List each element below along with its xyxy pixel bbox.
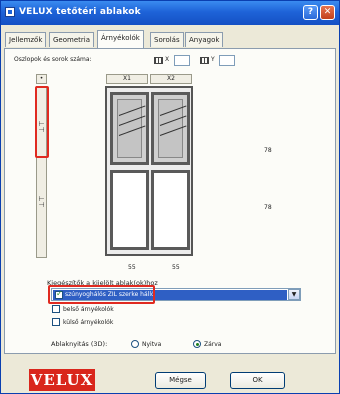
close-button[interactable]: ✕ (320, 5, 335, 20)
shade-line (159, 115, 187, 126)
tab-jellemzok[interactable]: Jellemzők (5, 32, 47, 47)
shade-line (159, 125, 187, 136)
app-icon (5, 7, 15, 17)
tab-anyagok[interactable]: Anyagok (185, 32, 224, 47)
shade-line (159, 105, 187, 116)
outer-shades-checkbox[interactable] (52, 318, 60, 326)
row-2-height: 78 (264, 204, 272, 211)
tab-arnyekolok[interactable]: Árnyékolók (97, 30, 144, 48)
grid-count-label: Oszlopok és sorok száma: (14, 56, 92, 63)
ok-button[interactable]: OK (230, 372, 285, 389)
tab-sorolas[interactable]: Sorolás (150, 32, 184, 47)
window-pane-x2-y2[interactable] (151, 170, 190, 250)
title-bar[interactable]: VELUX tetőtéri ablakok ? ✕ (1, 1, 339, 25)
dialog-window: VELUX tetőtéri ablakok ? ✕ Jellemzők Geo… (0, 0, 340, 394)
tab-panel: Oszlopok és sorok száma: X Y • X1 X2 ⊢ ⊣ … (4, 48, 336, 354)
column-header-x1[interactable]: X1 (106, 74, 148, 84)
open-radio[interactable] (131, 340, 139, 348)
row-1-height: 78 (264, 147, 272, 154)
column-1-width: 55 (128, 264, 136, 271)
outer-shades-label: külső árnyékolók (63, 319, 114, 326)
column-header-x2[interactable]: X2 (150, 74, 192, 84)
window-pane-x1-y1[interactable] (110, 92, 149, 165)
highlight-selected-option (48, 285, 155, 304)
columns-grid-icon (154, 57, 163, 64)
x-count-label: X (165, 56, 170, 63)
row-2-height-marker[interactable]: ⊢ ⊣ (37, 196, 46, 209)
inner-shades-checkbox[interactable] (52, 305, 60, 313)
window-pane-x1-y2[interactable] (110, 170, 149, 250)
window-title: VELUX tetőtéri ablakok (19, 7, 141, 17)
shade-line (118, 105, 146, 116)
select-all-cell[interactable]: • (36, 74, 47, 84)
cancel-button[interactable]: Mégse (155, 372, 206, 389)
dropdown-arrow-icon[interactable]: ▼ (288, 289, 300, 300)
column-2-width: 55 (172, 264, 180, 271)
x-count-input[interactable] (174, 55, 190, 66)
help-button[interactable]: ? (303, 5, 318, 20)
window-pane-x2-y1[interactable] (151, 92, 190, 165)
highlight-row-marker (35, 86, 49, 158)
inner-shades-label: belső árnyékolók (63, 306, 114, 313)
velux-logo: VELUX (29, 369, 95, 391)
closed-radio[interactable] (193, 340, 201, 348)
tab-geometria[interactable]: Geometria (49, 32, 94, 47)
rows-grid-icon (200, 57, 209, 64)
y-count-input[interactable] (219, 55, 235, 66)
opening-3d-label: Ablaknyitás (3D): (51, 340, 108, 348)
open-radio-label: Nyitva (142, 341, 162, 348)
shade-line (118, 115, 146, 126)
closed-radio-label: Zárva (204, 341, 222, 348)
y-count-label: Y (211, 56, 215, 63)
shade-line (118, 125, 146, 136)
